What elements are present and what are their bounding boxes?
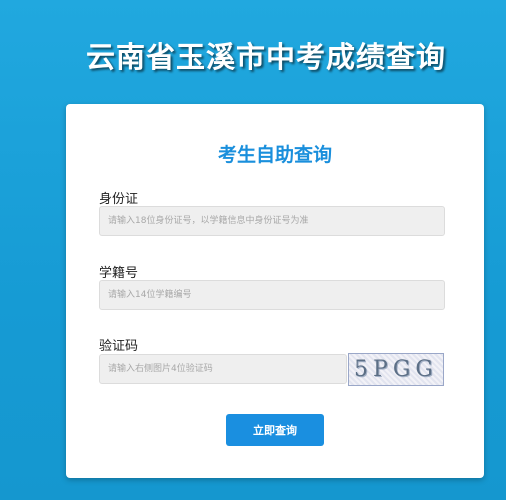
captcha-image[interactable]: 5PGG: [348, 353, 444, 386]
submit-query-button[interactable]: 立即查询: [226, 414, 324, 446]
page-title: 云南省玉溪市中考成绩查询: [86, 40, 447, 74]
captcha-label: 验证码: [99, 339, 139, 354]
student-no-input[interactable]: [99, 280, 445, 310]
id-card-label: 身份证: [99, 192, 139, 207]
query-card: 考生自助查询 身份证 学籍号 验证码 5PGG 立即查询: [66, 104, 484, 478]
id-card-input[interactable]: [99, 206, 445, 236]
captcha-input[interactable]: [99, 354, 347, 384]
student-no-label: 学籍号: [99, 266, 139, 281]
form-heading: 考生自助查询: [217, 144, 332, 166]
captcha-image-text: 5PGG: [354, 357, 438, 382]
